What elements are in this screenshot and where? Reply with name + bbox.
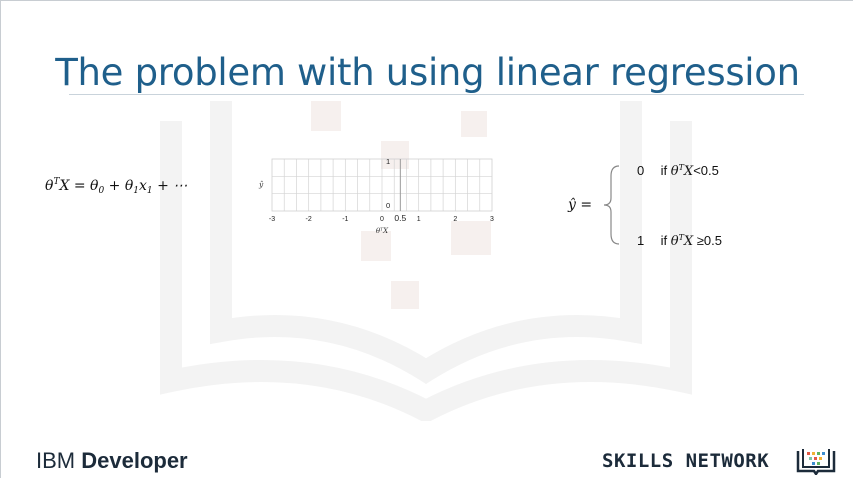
case-one-theta: θ bbox=[670, 234, 679, 249]
case-one-if: if bbox=[660, 233, 668, 248]
skills-network-logo: SKILLS NETWORK bbox=[602, 450, 770, 472]
developer-text: Developer bbox=[81, 448, 188, 473]
eq-x: x bbox=[139, 178, 147, 194]
slide: The problem with using linear regression… bbox=[0, 0, 853, 478]
y-tick-label: 0 bbox=[386, 201, 390, 210]
case-one-value: 1 bbox=[637, 233, 645, 248]
x-tick-label: 2 bbox=[453, 216, 457, 223]
x-tick-label: -3 bbox=[269, 216, 275, 223]
case-zero-if: if bbox=[660, 163, 668, 178]
case-one-x: X bbox=[683, 234, 694, 249]
case-zero-x: X bbox=[683, 164, 694, 179]
y-tick-label: 1 bbox=[386, 157, 390, 166]
case-zero: 0 if θTX<0.5 bbox=[637, 163, 719, 179]
case-one-condition: ≥0.5 bbox=[693, 233, 723, 248]
linear-equation: θTX = θ0 + θ1x1 + ⋯ bbox=[45, 177, 187, 196]
slide-title: The problem with using linear regression bbox=[55, 51, 800, 94]
book-watermark-icon bbox=[160, 101, 692, 421]
x-tick-label: -1 bbox=[342, 216, 348, 223]
x-tick-label: 1 bbox=[417, 216, 421, 223]
ibm-text: IBM bbox=[36, 448, 82, 473]
eq-tail: + ⋯ bbox=[152, 178, 188, 194]
y-axis-label: ŷ bbox=[258, 180, 264, 189]
case-zero-value: 0 bbox=[637, 163, 645, 178]
x-axis-label: θᵀX bbox=[376, 227, 389, 235]
case-zero-theta: θ bbox=[670, 164, 679, 179]
x-tick-label: 0.5 bbox=[394, 213, 406, 223]
x-tick-label: -2 bbox=[306, 216, 312, 223]
case-one-expr: θTX bbox=[670, 233, 694, 249]
skills-network-book-icon bbox=[796, 449, 836, 475]
title-divider bbox=[69, 94, 804, 95]
x-tick-label: 3 bbox=[490, 216, 494, 223]
ibm-developer-logo: IBM Developer bbox=[36, 448, 188, 474]
x-tick-label: 0 bbox=[380, 216, 384, 223]
eq-rest: X = θ bbox=[59, 178, 99, 194]
case-zero-condition: <0.5 bbox=[693, 163, 719, 178]
case-zero-expr: θTX bbox=[670, 163, 694, 179]
yhat-label: ŷ = bbox=[568, 197, 593, 213]
case-one: 1 if θTX ≥0.5 bbox=[637, 233, 722, 249]
eq-plus-theta: + θ bbox=[104, 178, 134, 194]
threshold-chart: -3 -2 -1 0 0.5 1 2 3 0 1 ŷ θᵀX bbox=[258, 157, 494, 235]
left-brace-icon bbox=[603, 165, 620, 245]
